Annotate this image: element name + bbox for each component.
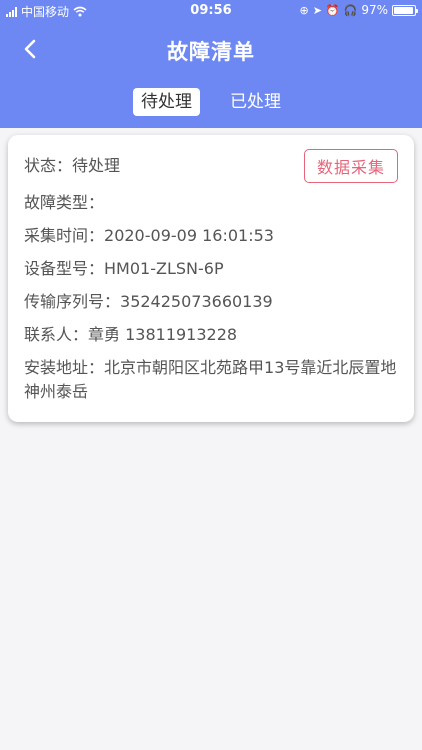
device-model-label: 设备型号： <box>24 259 105 278</box>
tab-bar: 待处理 已处理 <box>0 88 422 116</box>
battery-percent: 97% <box>361 3 388 17</box>
serial-row: 传输序列号： 352425073660139 <box>24 290 398 314</box>
tab-processed[interactable]: 已处理 <box>222 88 289 116</box>
address-row: 安装地址：北京市朝阳区北苑路甲13号靠近北辰置地神州泰岳 <box>24 356 398 404</box>
fault-type-label: 故障类型： <box>24 193 105 212</box>
contact-value: 章勇 13811913228 <box>88 325 238 344</box>
status-text: 状态：待处理 <box>24 154 120 178</box>
address-label: 安装地址： <box>24 358 105 377</box>
status-value: 待处理 <box>72 156 121 175</box>
tab-pending[interactable]: 待处理 <box>133 88 200 116</box>
navbar: 故障清单 <box>0 22 422 78</box>
status-right: ⊕ ➤ ⏰ 🎧 97% <box>299 3 418 17</box>
device-model-value: HM01-ZLSN-6P <box>104 259 224 278</box>
location-icon: ➤ <box>312 3 322 17</box>
headphones-icon: 🎧 <box>343 3 358 17</box>
battery-icon <box>392 4 418 16</box>
status-row: 状态：待处理 数据采集 <box>24 149 398 183</box>
rotation-lock-icon: ⊕ <box>299 3 309 17</box>
alarm-icon: ⏰ <box>325 3 340 17</box>
fault-type-row: 故障类型： <box>24 191 398 215</box>
battery-fill <box>394 6 414 14</box>
serial-label: 传输序列号： <box>24 292 121 311</box>
contact-label: 联系人： <box>24 325 89 344</box>
collect-time-value: 2020-09-09 16:01:53 <box>104 226 274 245</box>
collect-time-row: 采集时间： 2020-09-09 16:01:53 <box>24 224 398 248</box>
fault-card[interactable]: 状态：待处理 数据采集 故障类型： 采集时间： 2020-09-09 16:01… <box>8 135 414 422</box>
contact-row: 联系人： 章勇 13811913228 <box>24 323 398 347</box>
header: 中国移动 09:56 ⊕ ➤ ⏰ 🎧 97% 故障清单 待处理 已处理 <box>0 0 422 128</box>
page-title: 故障清单 <box>167 40 255 64</box>
status-bar: 中国移动 09:56 ⊕ ➤ ⏰ 🎧 97% <box>0 0 422 22</box>
serial-value: 352425073660139 <box>120 292 273 311</box>
collect-time-label: 采集时间： <box>24 226 105 245</box>
data-collect-button[interactable]: 数据采集 <box>303 149 398 183</box>
device-model-row: 设备型号： HM01-ZLSN-6P <box>24 257 398 281</box>
status-label: 状态： <box>24 156 73 175</box>
